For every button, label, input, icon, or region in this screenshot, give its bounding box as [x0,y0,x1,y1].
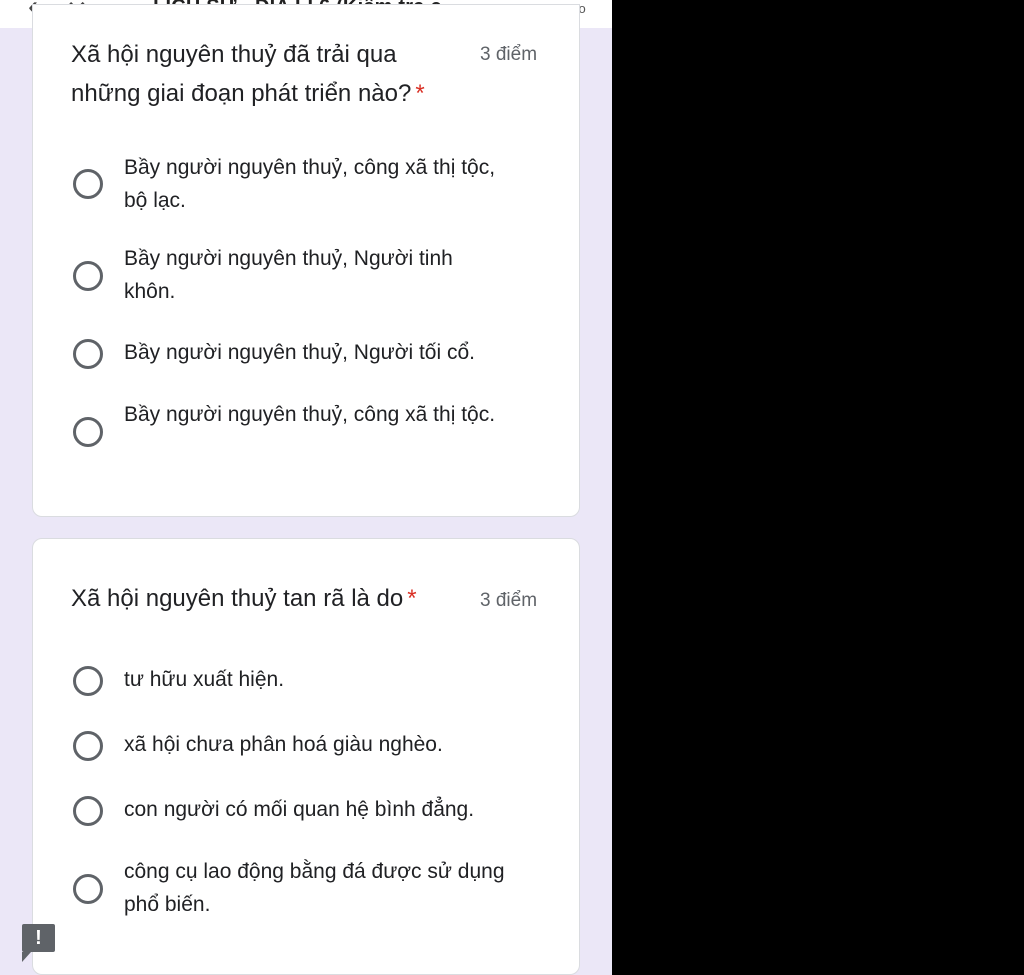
question-2-points: 3 điểm [480,590,538,611]
question-2-option-2[interactable]: xã hội chưa phân hoá giàu nghèo. [73,728,543,788]
option-label: Bầy người nguyên thuỷ, Người tối cổ. [124,341,476,364]
question-1-option-4[interactable]: Bầy người nguyên thuỷ, công xã thị tộc. [73,397,543,457]
option-label: con người có mối quan hệ bình đẳng. [124,798,475,821]
question-1-option-3[interactable]: Bầy người nguyên thuỷ, Người tối cổ. [73,335,543,395]
required-mark: * [415,80,425,107]
option-label: Bầy người nguyên thuỷ, công xã thị tộc. [124,403,496,426]
question-2-option-3[interactable]: con người có mối quan hệ bình đẳng. [73,793,543,853]
radio-button[interactable] [73,339,103,369]
question-1-text: Xã hội nguyên thuỷ đã trải qua những gia… [71,35,456,113]
question-1-option-1[interactable]: Bầy người nguyên thuỷ, công xã thị tộc, … [73,150,543,212]
question-2-text: Xã hội nguyên thuỷ tan rã là do * [71,579,471,618]
radio-button[interactable] [73,731,103,761]
radio-button[interactable] [73,874,103,904]
question-2-option-1[interactable]: tư hữu xuất hiện. [73,663,543,723]
radio-button[interactable] [73,417,103,447]
option-label: tư hữu xuất hiện. [124,668,285,691]
question-1-label: Xã hội nguyên thuỷ đã trải qua những gia… [71,41,412,107]
option-label: công cụ lao động bằng đá được sử dụng ph… [124,860,505,916]
question-card-1: Xã hội nguyên thuỷ đã trải qua những gia… [32,4,580,517]
option-label: Bầy người nguyên thuỷ, Người tinh khôn. [124,247,453,303]
question-card-2: Xã hội nguyên thuỷ tan rã là do * 3 điểm … [32,538,580,975]
option-label: Bầy người nguyên thuỷ, công xã thị tộc, … [124,156,496,212]
question-2-label: Xã hội nguyên thuỷ tan rã là do [71,585,404,612]
radio-button[interactable] [73,169,103,199]
radio-button[interactable] [73,796,103,826]
required-mark: * [407,585,417,612]
radio-button[interactable] [73,666,103,696]
radio-button[interactable] [73,261,103,291]
question-2-option-4[interactable]: công cụ lao động bằng đá được sử dụng ph… [73,855,543,916]
feedback-icon[interactable]: ! [22,924,55,962]
phone-screen: ‹ ✕ LỊCH SỬ - ĐỊA LÍ 6 (Kiểm tra c... oo… [0,0,612,975]
question-1-points: 3 điểm [480,44,538,65]
option-label: xã hội chưa phân hoá giàu nghèo. [124,733,443,756]
question-1-option-2[interactable]: Bầy người nguyên thuỷ, Người tinh khôn. [73,241,543,303]
